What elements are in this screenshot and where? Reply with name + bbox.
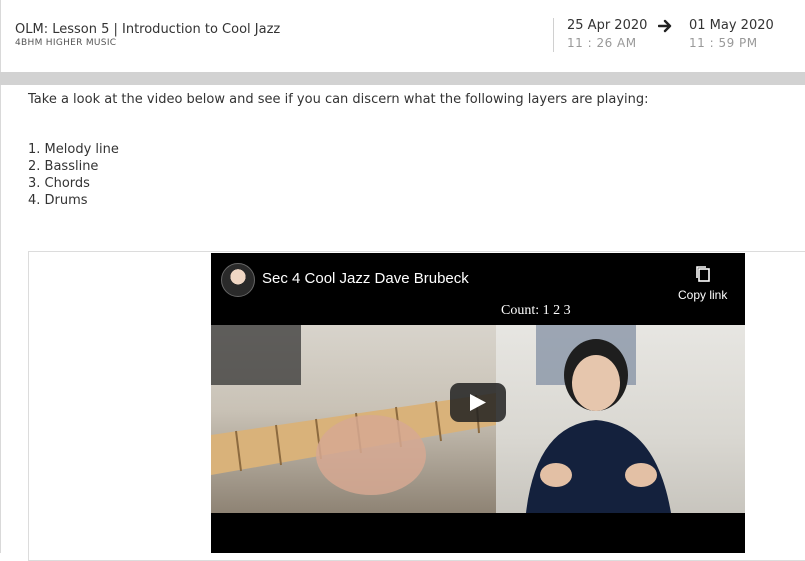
list-item: 2. Bassline: [28, 159, 99, 174]
presenter-illustration: [526, 325, 671, 513]
list-item: 1. Melody line: [28, 142, 119, 157]
count-overlay: Count: 1 2 3: [501, 303, 571, 318]
list-item: 3. Chords: [28, 176, 90, 191]
class-code: 4BHM HIGHER MUSIC: [15, 38, 117, 48]
video-title[interactable]: Sec 4 Cool Jazz Dave Brubeck: [262, 270, 469, 287]
end-datetime: 01 May 2020 11 : 59 PM: [689, 18, 774, 50]
video-presenter-pane: [496, 325, 745, 513]
list-item: 4. Drums: [28, 193, 88, 208]
header-divider: [553, 18, 554, 52]
intro-text: Take a look at the video below and see i…: [28, 92, 649, 107]
play-button[interactable]: [450, 383, 506, 422]
lesson-title: OLM: Lesson 5 | Introduction to Cool Jaz…: [15, 22, 281, 37]
copy-icon[interactable]: [695, 265, 711, 283]
layers-list: 1. Melody line 2. Bassline 3. Chords 4. …: [28, 141, 119, 209]
copy-link-button[interactable]: Copy link: [678, 288, 727, 302]
video-player[interactable]: Sec 4 Cool Jazz Dave Brubeck Copy link C…: [211, 253, 745, 553]
lesson-header: OLM: Lesson 5 | Introduction to Cool Jaz…: [0, 0, 805, 72]
start-datetime: 25 Apr 2020 11 : 26 AM: [567, 18, 647, 50]
start-date: 25 Apr 2020: [567, 18, 648, 33]
end-date: 01 May 2020: [689, 18, 774, 33]
end-time: 11 : 59 PM: [689, 36, 758, 50]
arrow-right-icon: [658, 19, 672, 33]
play-icon: [470, 394, 486, 411]
channel-avatar[interactable]: [221, 263, 255, 297]
header-separator-bar: [0, 72, 805, 85]
start-time: 11 : 26 AM: [567, 36, 637, 50]
